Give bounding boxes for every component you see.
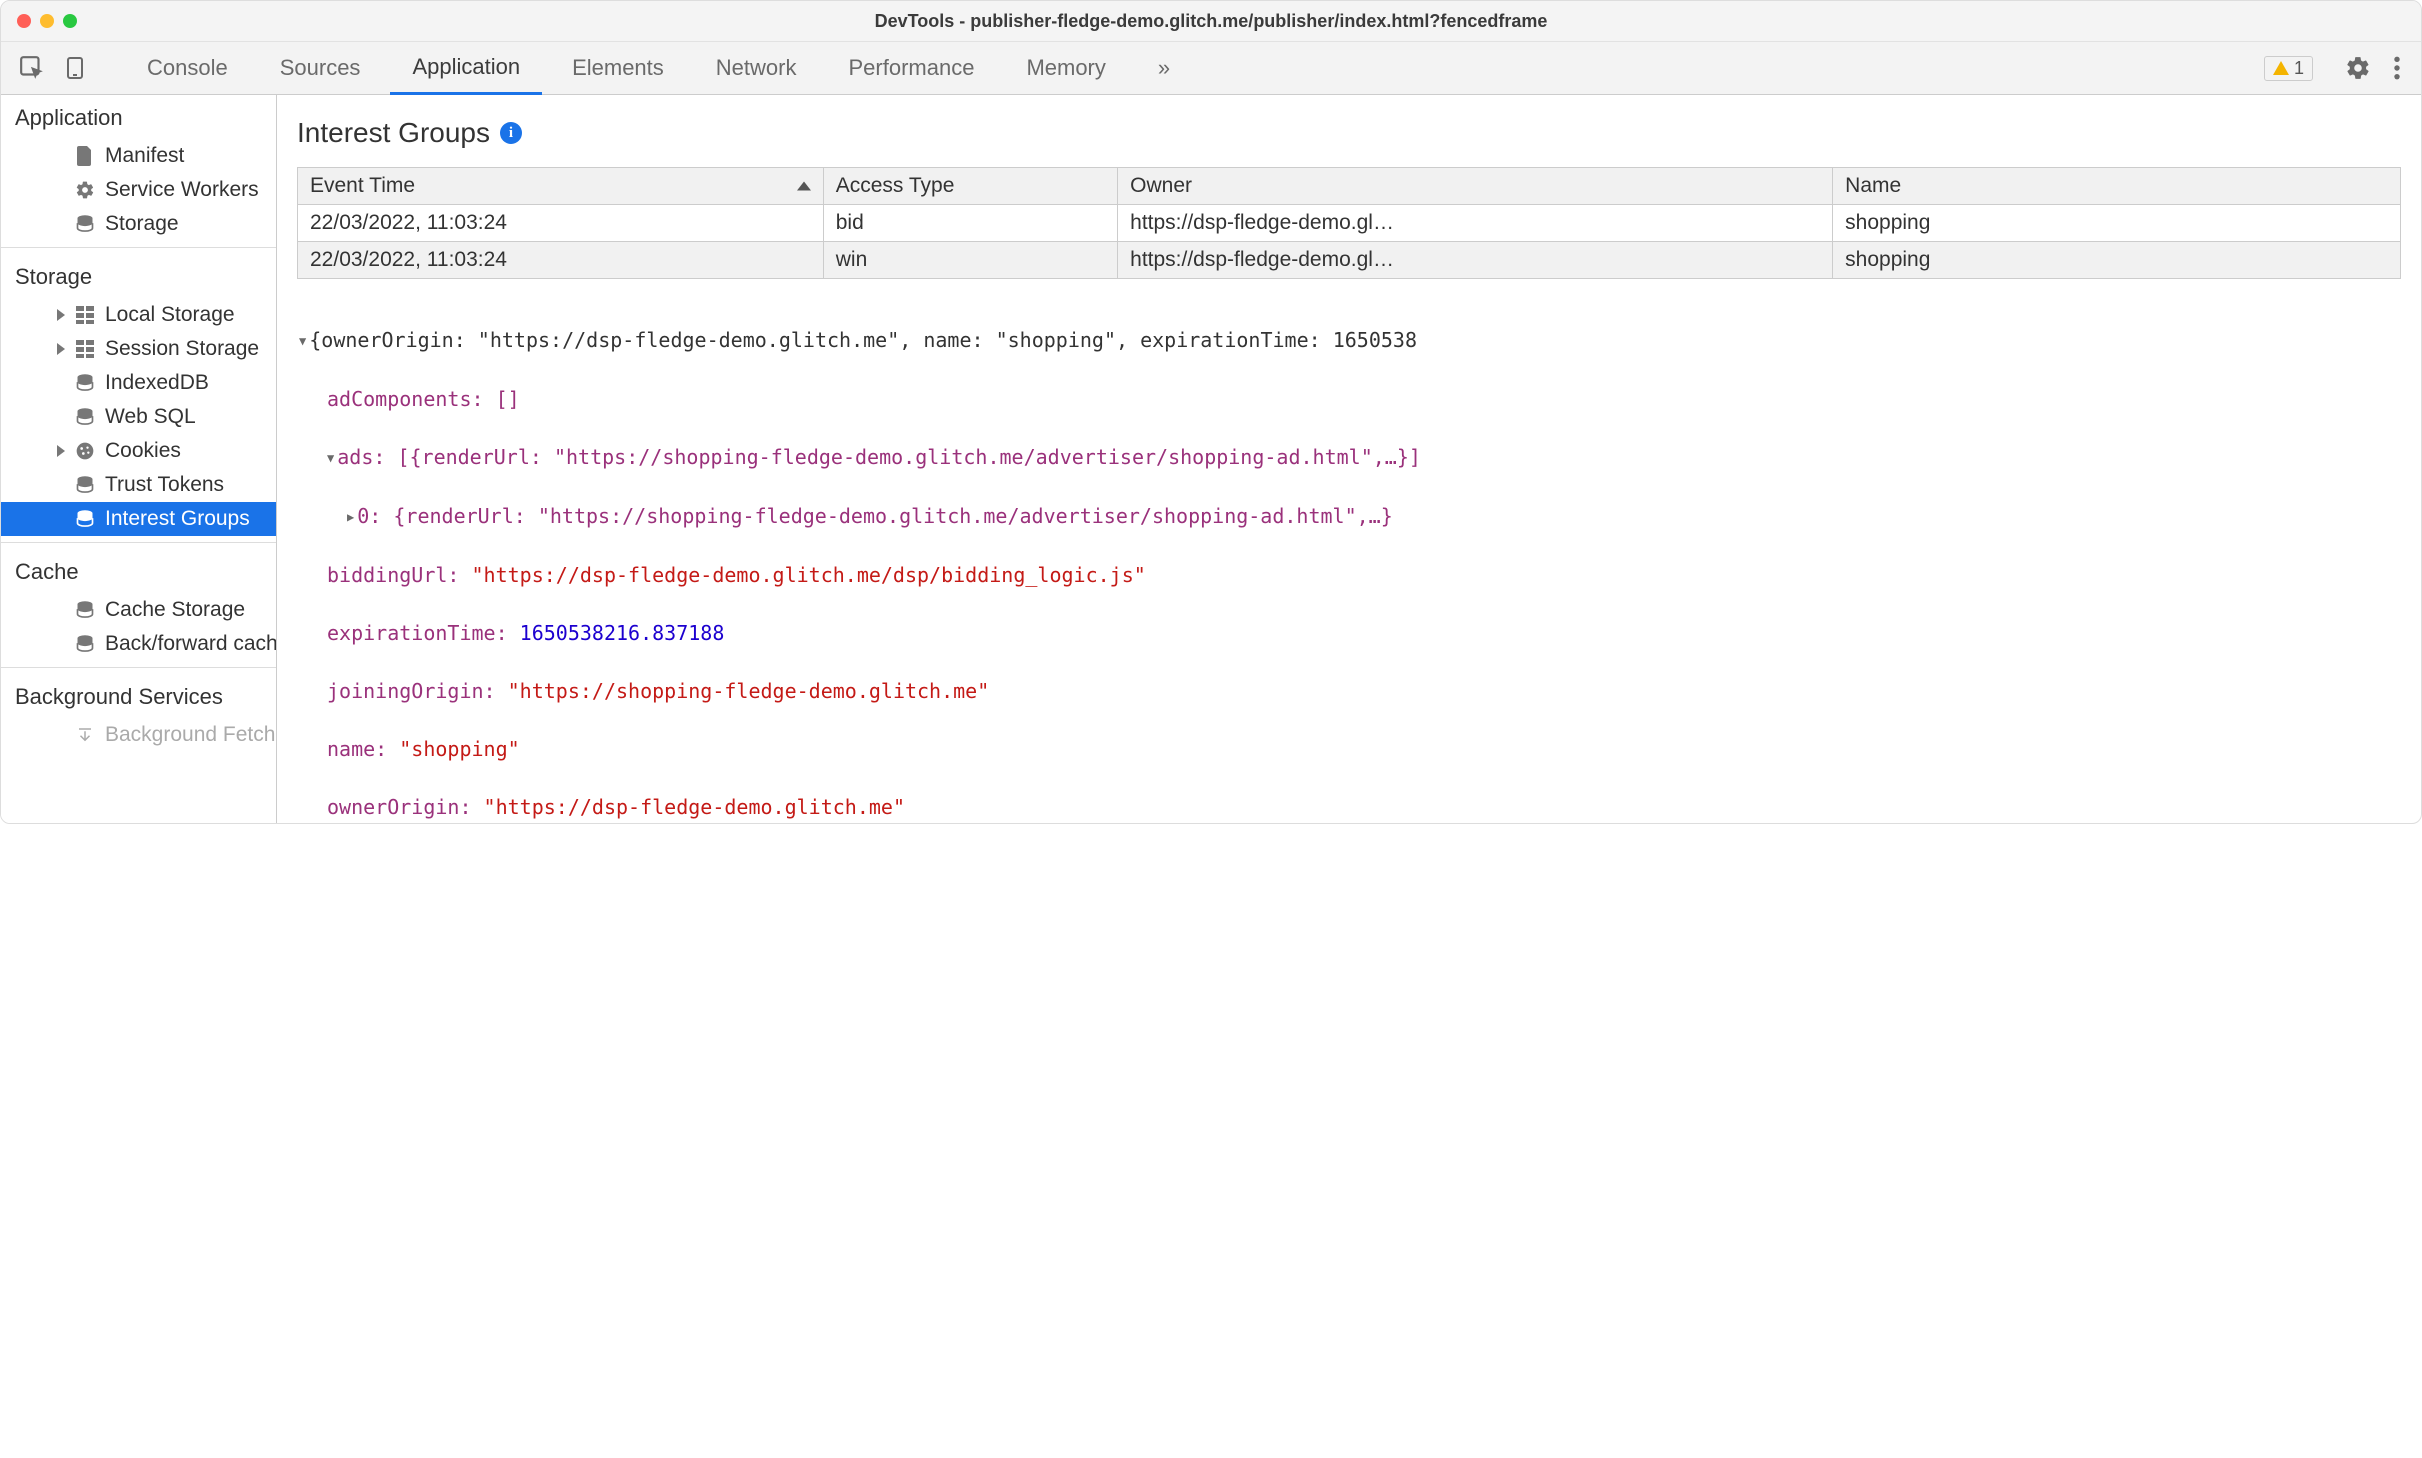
sidebar-item-label: Cookies [105,439,181,463]
sidebar-item-label: Interest Groups [105,507,250,531]
tab-sources[interactable]: Sources [258,41,383,95]
sidebar-item-local-storage[interactable]: Local Storage [1,298,276,332]
cookie-icon [75,441,95,461]
traffic-lights [17,14,77,28]
cell-owner: https://dsp-fledge-demo.gl… [1118,205,1833,242]
sidebar-item-label: Background Fetch [105,723,275,747]
cell-name: shopping [1833,242,2401,279]
main-area: Application Manifest Service Workers Sto… [1,95,2421,823]
col-event-time[interactable]: Event Time [298,168,824,205]
sidebar-item-cookies[interactable]: Cookies [1,434,276,468]
sidebar-item-label: IndexedDB [105,371,209,395]
sidebar-item-interest-groups[interactable]: Interest Groups [1,502,276,536]
sidebar-item-service-workers[interactable]: Service Workers [1,173,276,207]
tab-memory[interactable]: Memory [1004,41,1127,95]
application-sidebar: Application Manifest Service Workers Sto… [1,95,277,823]
json-detail-view[interactable]: {ownerOrigin: "https://dsp-fledge-demo.g… [277,279,2421,823]
inspect-element-icon[interactable] [19,55,45,81]
db-icon [75,634,95,654]
section-storage: Storage [1,248,276,298]
col-owner[interactable]: Owner [1118,168,1833,205]
sidebar-item-storage[interactable]: Storage [1,207,276,241]
sidebar-item-background-fetch[interactable]: Background Fetch [1,718,276,752]
info-icon[interactable]: i [500,122,522,144]
warnings-count: 1 [2294,58,2304,79]
json-root[interactable]: {ownerOrigin: "https://dsp-fledge-demo.g… [279,326,2401,356]
sidebar-item-cache-storage[interactable]: Cache Storage [1,593,276,627]
upload-icon [75,725,95,745]
tab-performance[interactable]: Performance [826,41,996,95]
sidebar-item-label: Session Storage [105,337,259,361]
panel-title: Interest Groups i [277,95,2421,167]
sidebar-item-bfcache[interactable]: Back/forward cach [1,627,276,661]
sidebar-item-manifest[interactable]: Manifest [1,139,276,173]
warning-icon [2273,61,2289,75]
sidebar-item-indexeddb[interactable]: IndexedDB [1,366,276,400]
sidebar-item-label: Back/forward cach [105,632,276,656]
col-name[interactable]: Name [1833,168,2401,205]
devtools-window: DevTools - publisher-fledge-demo.glitch.… [0,0,2422,824]
section-application: Application [1,95,276,139]
file-icon [75,146,95,166]
sidebar-item-label: Web SQL [105,405,196,429]
window-title: DevTools - publisher-fledge-demo.glitch.… [17,11,2405,32]
more-options-icon[interactable] [2393,55,2401,81]
cell-owner: https://dsp-fledge-demo.gl… [1118,242,1833,279]
section-cache: Cache [1,543,276,593]
minimize-window-button[interactable] [40,14,54,28]
more-tabs-button[interactable]: » [1136,41,1192,95]
interest-groups-table: Event Time Access Type Owner Name 22/03/… [297,167,2401,279]
json-ads[interactable]: ads: [{renderUrl: "https://shopping-fled… [279,443,2401,473]
close-window-button[interactable] [17,14,31,28]
sidebar-item-websql[interactable]: Web SQL [1,400,276,434]
cell-type: bid [823,205,1117,242]
table-row[interactable]: 22/03/2022, 11:03:24 win https://dsp-fle… [298,242,2401,279]
sidebar-item-label: Cache Storage [105,598,245,622]
json-ads-0[interactable]: 0: {renderUrl: "https://shopping-fledge-… [279,502,2401,532]
tab-network[interactable]: Network [694,41,819,95]
sidebar-item-label: Trust Tokens [105,473,224,497]
grid-icon [75,339,95,359]
db-icon [75,475,95,495]
json-prop: biddingUrl: "https://dsp-fledge-demo.gli… [279,561,2401,590]
table-row[interactable]: 22/03/2022, 11:03:24 bid https://dsp-fle… [298,205,2401,242]
db-icon [75,600,95,620]
settings-icon[interactable] [2345,55,2371,81]
json-prop: name: "shopping" [279,735,2401,764]
db-icon [75,214,95,234]
device-toolbar-icon[interactable] [63,55,87,81]
warnings-badge[interactable]: 1 [2264,56,2313,81]
cell-time: 22/03/2022, 11:03:24 [298,205,824,242]
json-prop: ownerOrigin: "https://dsp-fledge-demo.gl… [279,793,2401,822]
tab-application[interactable]: Application [390,41,542,95]
json-prop: expirationTime: 1650538216.837188 [279,619,2401,648]
fullscreen-window-button[interactable] [63,14,77,28]
cell-time: 22/03/2022, 11:03:24 [298,242,824,279]
json-prop: adComponents: [] [279,385,2401,414]
sidebar-item-label: Storage [105,212,179,236]
tab-console[interactable]: Console [125,41,250,95]
cell-type: win [823,242,1117,279]
content-panel: Interest Groups i Event Time Access Type… [277,95,2421,823]
col-access-type[interactable]: Access Type [823,168,1117,205]
panel-title-text: Interest Groups [297,117,490,149]
sidebar-item-session-storage[interactable]: Session Storage [1,332,276,366]
json-prop: joiningOrigin: "https://shopping-fledge-… [279,677,2401,706]
db-icon [75,373,95,393]
sidebar-item-trust-tokens[interactable]: Trust Tokens [1,468,276,502]
tab-elements[interactable]: Elements [550,41,686,95]
gear-icon [75,180,95,200]
grid-icon [75,305,95,325]
cell-name: shopping [1833,205,2401,242]
sidebar-item-label: Local Storage [105,303,235,327]
sidebar-item-label: Service Workers [105,178,259,202]
db-icon [75,509,95,529]
titlebar: DevTools - publisher-fledge-demo.glitch.… [1,1,2421,41]
db-icon [75,407,95,427]
main-toolbar: Console Sources Application Elements Net… [1,41,2421,95]
sidebar-item-label: Manifest [105,144,184,168]
section-background-services: Background Services [1,668,276,718]
